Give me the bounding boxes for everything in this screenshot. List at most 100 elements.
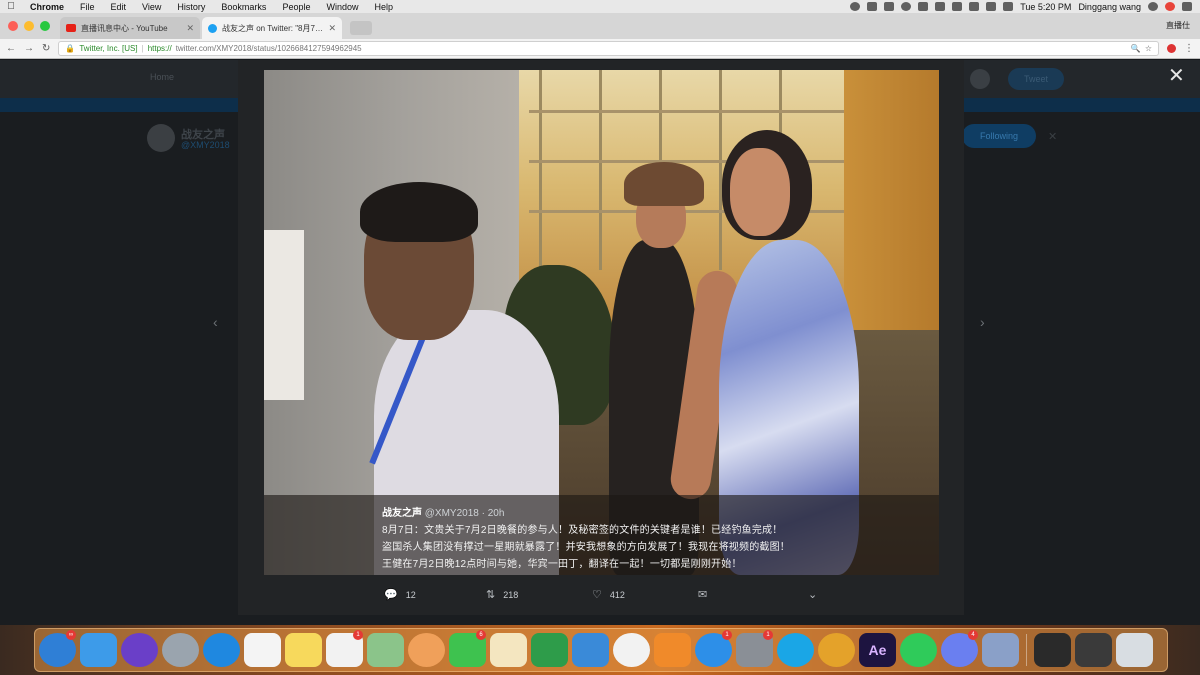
- avatar[interactable]: [147, 124, 175, 152]
- forward-arrow-icon[interactable]: →: [24, 43, 34, 54]
- more-options-button[interactable]: ⌄: [808, 588, 817, 601]
- tweet-media-image[interactable]: 战友之声 @XMY2018 · 20h 8月7日：文贵关于7月2日晚餐的参与人！…: [264, 70, 939, 575]
- tab-twitter[interactable]: 战友之声 on Twitter: "8月7日... ✕: [202, 17, 342, 39]
- menu-bookmarks[interactable]: Bookmarks: [213, 2, 274, 12]
- minimize-window-button[interactable]: [24, 21, 34, 31]
- address-separator: |: [141, 44, 144, 53]
- display-icon[interactable]: [1075, 633, 1112, 667]
- status-icon[interactable]: [867, 2, 878, 11]
- address-bar[interactable]: 🔒 Twitter, Inc. [US] | https:// twitter.…: [58, 41, 1159, 56]
- flag-icon[interactable]: [1003, 2, 1014, 11]
- stickies-icon[interactable]: [490, 633, 527, 667]
- retweet-button[interactable]: ⇅ 218: [486, 588, 518, 601]
- zoom-window-button[interactable]: [40, 21, 50, 31]
- reminders-icon[interactable]: 1: [326, 630, 363, 667]
- time-machine-icon[interactable]: [918, 2, 929, 11]
- screen-recording-icon[interactable]: [1034, 633, 1071, 667]
- site-identity[interactable]: Twitter, Inc. [US]: [79, 44, 137, 53]
- caption-time[interactable]: · 20h: [482, 508, 505, 519]
- volume-icon[interactable]: [986, 2, 997, 11]
- chrome-icon[interactable]: [818, 633, 855, 667]
- messages-icon[interactable]: 6: [449, 630, 486, 667]
- safari-icon[interactable]: ∞: [39, 630, 76, 667]
- tweet-button[interactable]: Tweet: [1008, 68, 1064, 90]
- zoom-icon[interactable]: 🔍: [1131, 44, 1141, 53]
- airplay-icon[interactable]: [969, 2, 980, 11]
- menu-view[interactable]: View: [134, 2, 169, 12]
- photos-icon[interactable]: [408, 633, 445, 667]
- notification-badge: 1: [722, 630, 732, 640]
- caption-line-1: 8月7日：文贵关于7月2日晚餐的参与人！及秘密签的文件的关键者是谁！已经钓鱼完成…: [382, 525, 783, 536]
- notes-icon[interactable]: [285, 633, 322, 667]
- spotlight-icon[interactable]: [1148, 2, 1158, 11]
- maps-icon[interactable]: [367, 633, 404, 667]
- caption-header: 战友之声 @XMY2018 · 20h: [382, 504, 504, 519]
- record-status-icon[interactable]: [850, 2, 861, 11]
- safari-compass-icon[interactable]: [203, 633, 240, 667]
- menu-history[interactable]: History: [169, 2, 213, 12]
- image-capture-icon[interactable]: [982, 633, 1019, 667]
- numbers-icon[interactable]: [531, 633, 568, 667]
- siri-menu-icon[interactable]: [1165, 2, 1175, 11]
- like-button[interactable]: ♡ 412: [592, 588, 625, 601]
- bluetooth-icon[interactable]: [935, 2, 946, 11]
- menu-window[interactable]: Window: [318, 2, 366, 12]
- siri-icon[interactable]: [121, 633, 158, 667]
- calendar-icon[interactable]: [244, 633, 281, 667]
- trash-icon[interactable]: [1116, 633, 1153, 667]
- menu-app-name[interactable]: Chrome: [22, 2, 72, 12]
- skype-icon[interactable]: [777, 633, 814, 667]
- menu-clock[interactable]: Tue 5:20 PM: [1020, 2, 1071, 12]
- menu-file[interactable]: File: [72, 2, 103, 12]
- direct-message-button[interactable]: ✉: [698, 588, 707, 601]
- following-button[interactable]: Following: [962, 124, 1036, 148]
- apple-menu-icon[interactable]: : [0, 1, 22, 12]
- discord-icon[interactable]: 4: [941, 630, 978, 667]
- menu-extras: Tue 5:20 PM Dinggang wang: [850, 2, 1200, 12]
- finder-icon[interactable]: [80, 633, 117, 667]
- next-media-icon[interactable]: ›: [980, 314, 985, 330]
- tab-youtube[interactable]: 直播讯息中心 - YouTube ✕: [60, 17, 200, 39]
- keynote-icon[interactable]: [572, 633, 609, 667]
- status-icon[interactable]: [901, 2, 912, 11]
- launchpad-icon[interactable]: [162, 633, 199, 667]
- menu-dots-icon[interactable]: ⋮: [1184, 43, 1194, 54]
- reply-button[interactable]: 💬 12: [384, 588, 416, 601]
- caption-line-3: 王健在7月2日晚12点时间与她，华宾一田丁，翻译在一起！一切都是刚刚开始！: [382, 559, 742, 570]
- close-modal-icon[interactable]: ✕: [1168, 66, 1185, 86]
- new-tab-button[interactable]: [350, 21, 372, 35]
- whatsapp-icon[interactable]: [900, 633, 937, 667]
- menu-help[interactable]: Help: [366, 2, 401, 12]
- close-tab-icon[interactable]: ✕: [328, 23, 336, 34]
- close-window-button[interactable]: [8, 21, 18, 31]
- caption-author[interactable]: 战友之声: [382, 508, 422, 519]
- app-store-icon[interactable]: 1: [695, 630, 732, 667]
- system-preferences-icon[interactable]: 1: [736, 630, 773, 667]
- notification-badge: 1: [763, 630, 773, 640]
- profile-button[interactable]: 直播仕: [1166, 20, 1200, 39]
- notification-center-icon[interactable]: [1182, 2, 1192, 11]
- status-icon[interactable]: [884, 2, 895, 11]
- nav-home[interactable]: Home: [150, 72, 174, 82]
- macos-menu-bar:  Chrome File Edit View History Bookmark…: [0, 0, 1200, 13]
- reload-icon[interactable]: ↻: [42, 43, 50, 54]
- wifi-icon[interactable]: [952, 2, 963, 11]
- heart-icon: ♡: [592, 589, 602, 601]
- profile-handle[interactable]: @XMY2018: [181, 140, 230, 150]
- url-text: twitter.com/XMY2018/status/1026684127594…: [175, 44, 362, 53]
- menu-people[interactable]: People: [274, 2, 318, 12]
- tweet-actions: 💬 12 ⇅ 218 ♡ 412 ✉ ⌄: [238, 586, 964, 608]
- close-tab-icon[interactable]: ✕: [186, 23, 194, 34]
- menu-edit[interactable]: Edit: [103, 2, 135, 12]
- close-icon[interactable]: ✕: [1048, 130, 1057, 143]
- menu-user[interactable]: Dinggang wang: [1078, 2, 1141, 12]
- avatar[interactable]: [970, 69, 990, 89]
- extension-icon[interactable]: [1167, 44, 1176, 53]
- bookmark-star-icon[interactable]: ☆: [1145, 44, 1152, 53]
- after-effects-icon[interactable]: Ae: [859, 633, 896, 667]
- itunes-icon[interactable]: [613, 633, 650, 667]
- back-arrow-icon[interactable]: ←: [6, 43, 16, 54]
- previous-media-icon[interactable]: ‹: [213, 314, 218, 330]
- caption-handle[interactable]: @XMY2018: [425, 508, 479, 519]
- ibooks-icon[interactable]: [654, 633, 691, 667]
